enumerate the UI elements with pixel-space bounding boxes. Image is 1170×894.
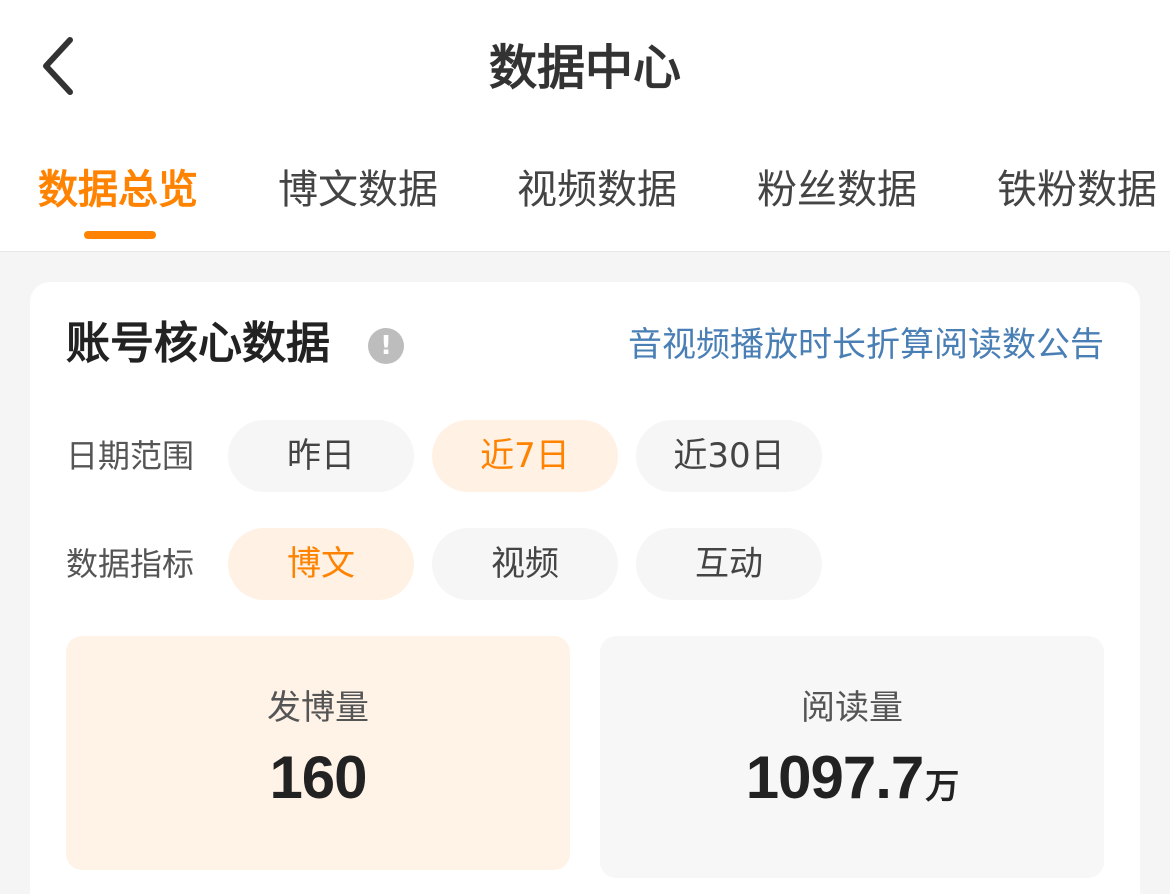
tab-iron-fans[interactable]: 铁粉数据 <box>997 160 1157 220</box>
notice-link[interactable]: 音视频播放时长折算阅读数公告 <box>628 320 1104 370</box>
metric-chip-posts[interactable]: 博文 <box>228 528 414 600</box>
stat-unit: 万 <box>925 768 959 806</box>
stat-label: 发博量 <box>267 688 369 728</box>
stat-post-count[interactable]: 发博量 160 <box>66 636 570 870</box>
tab-bar: 数据总览 博文数据 视频数据 粉丝数据 铁粉数据 <box>0 160 1170 220</box>
date-chip-7days[interactable]: 近7日 <box>432 420 618 492</box>
metric-label: 数据指标 <box>66 545 195 583</box>
stat-number: 1097.7 <box>745 744 925 811</box>
metric-chip-interactions[interactable]: 互动 <box>636 528 822 600</box>
core-data-card: 账号核心数据 ! 音视频播放时长折算阅读数公告 日期范围 昨日 近7日 近30日… <box>30 282 1140 894</box>
metric-chip-videos[interactable]: 视频 <box>432 528 618 600</box>
page-title: 数据中心 <box>488 40 681 96</box>
active-tab-indicator <box>84 231 156 239</box>
tab-overview[interactable]: 数据总览 <box>38 160 198 220</box>
stat-value: 1097.7万 <box>600 740 1104 825</box>
date-chip-yesterday[interactable]: 昨日 <box>228 420 414 492</box>
card-title: 账号核心数据 <box>66 318 330 369</box>
stat-label: 阅读量 <box>801 688 903 728</box>
tab-fans[interactable]: 粉丝数据 <box>757 160 917 220</box>
date-range-label: 日期范围 <box>66 437 195 475</box>
stat-read-count[interactable]: 阅读量 1097.7万 <box>600 636 1104 878</box>
date-chip-30days[interactable]: 近30日 <box>636 420 822 492</box>
top-bar: 数据中心 数据总览 博文数据 视频数据 粉丝数据 铁粉数据 <box>0 0 1170 252</box>
stat-value: 160 <box>66 740 570 816</box>
tab-videos[interactable]: 视频数据 <box>517 160 677 220</box>
stat-number: 160 <box>269 744 367 811</box>
info-icon[interactable]: ! <box>368 328 404 364</box>
tab-posts[interactable]: 博文数据 <box>278 160 438 220</box>
